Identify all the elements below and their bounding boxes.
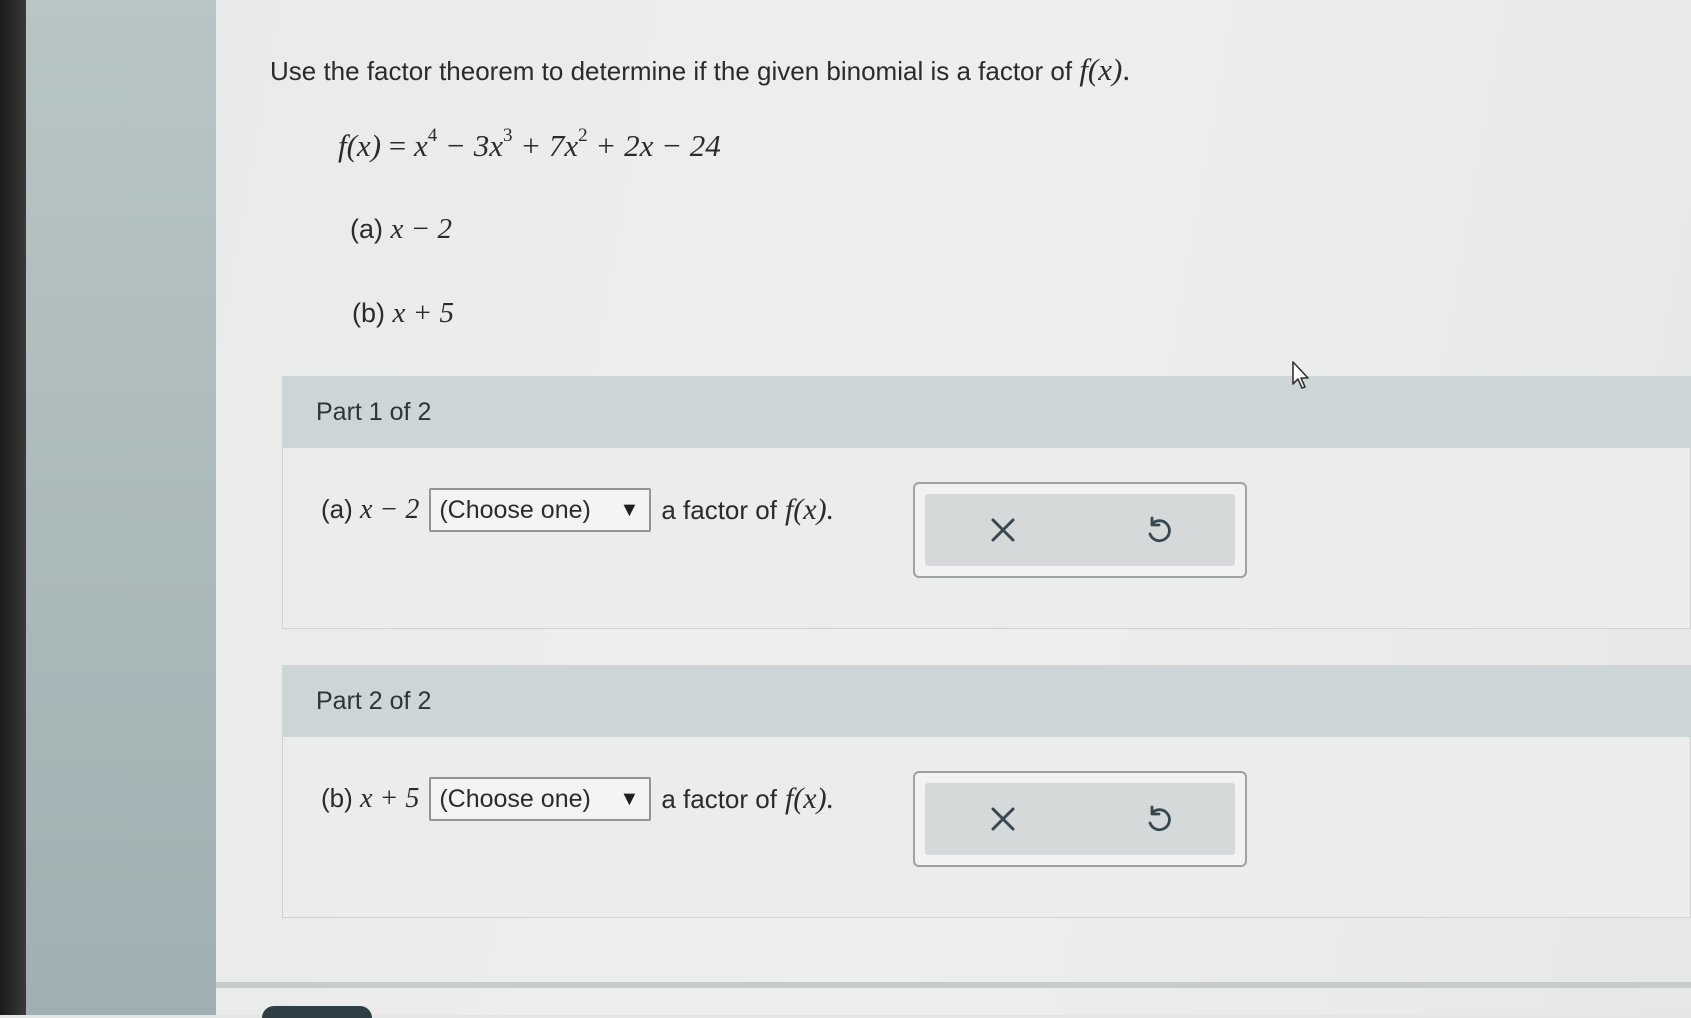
part-2-choose-select[interactable]: (Choose one) ▼ bbox=[429, 777, 652, 821]
part-2-action-box bbox=[913, 771, 1247, 867]
question-prompt: Use the factor theorem to determine if t… bbox=[270, 52, 1131, 87]
part-2-undo-button[interactable] bbox=[1128, 789, 1188, 849]
part-1-label: (a) x − 2 bbox=[321, 494, 419, 526]
close-icon bbox=[991, 807, 1014, 831]
screen-bezel bbox=[0, 0, 26, 1015]
part-2-answer-line: (b) x + 5 (Choose one) ▼ a factor of f(x… bbox=[321, 777, 834, 821]
formula-term: − 3x bbox=[445, 128, 503, 163]
mouse-pointer-icon bbox=[1292, 361, 1309, 389]
formula-lhs: f(x) bbox=[338, 128, 382, 163]
item-b-label: (b) bbox=[352, 298, 385, 328]
dropdown-triangle-icon: ▼ bbox=[619, 498, 640, 521]
undo-icon bbox=[1148, 516, 1171, 543]
bottom-divider bbox=[216, 982, 1691, 988]
part-1-suffix: a factor of bbox=[661, 494, 777, 525]
part-2-panel: Part 2 of 2 (b) x + 5 (Choose one) ▼ a f… bbox=[282, 665, 1691, 918]
formula-exponent: 2 bbox=[578, 124, 588, 146]
part-1-body: (a) x − 2 (Choose one) ▼ a factor of f(x… bbox=[282, 448, 1691, 629]
part-2-header: Part 2 of 2 bbox=[282, 665, 1691, 737]
formula-term: + 2x − 24 bbox=[595, 128, 721, 163]
part-1-choose-select[interactable]: (Choose one) ▼ bbox=[429, 488, 652, 532]
undo-icon bbox=[1148, 805, 1171, 832]
part-1-letter: (a) bbox=[321, 494, 353, 524]
part-1-action-bar bbox=[925, 494, 1235, 566]
part-1-expr: x − 2 bbox=[360, 494, 420, 525]
part-2-letter: (b) bbox=[321, 783, 353, 813]
item-a-label: (a) bbox=[350, 214, 383, 244]
part-2-body: (b) x + 5 (Choose one) ▼ a factor of f(x… bbox=[282, 737, 1691, 918]
bottom-button-edge[interactable] bbox=[262, 1006, 372, 1018]
close-icon bbox=[991, 518, 1014, 542]
part-1-action-box bbox=[913, 482, 1247, 578]
item-b: (b) x + 5 bbox=[352, 297, 454, 330]
formula-exponent: 4 bbox=[427, 124, 438, 146]
part-1-answer-line: (a) x − 2 (Choose one) ▼ a factor of f(x… bbox=[321, 488, 834, 532]
part-2-expr: x + 5 bbox=[360, 783, 420, 814]
formula-term: x bbox=[414, 128, 428, 163]
formula-exponent: 3 bbox=[502, 124, 513, 146]
part-2-label: (b) x + 5 bbox=[321, 783, 419, 815]
part-1-header: Part 1 of 2 bbox=[282, 376, 1691, 448]
dropdown-triangle-icon: ▼ bbox=[619, 787, 640, 810]
item-b-expr: x + 5 bbox=[392, 297, 454, 329]
part-1-clear-button[interactable] bbox=[973, 500, 1033, 560]
part-1-panel: Part 1 of 2 (a) x − 2 (Choose one) ▼ a f… bbox=[282, 376, 1691, 629]
item-a-expr: x − 2 bbox=[390, 213, 452, 245]
part-1-select-value: (Choose one) bbox=[439, 495, 591, 524]
part-2-fx: f(x). bbox=[784, 782, 835, 815]
formula-term: + 7x bbox=[520, 128, 579, 163]
part-2-action-bar bbox=[925, 783, 1235, 855]
part-1-fx: f(x). bbox=[784, 493, 835, 526]
part-1-undo-button[interactable] bbox=[1128, 500, 1188, 560]
question-fx: f(x) bbox=[1079, 52, 1123, 87]
part-2-select-value: (Choose one) bbox=[439, 784, 591, 813]
function-formula: f(x) = x4 − 3x3 + 7x2 + 2x − 24 bbox=[338, 124, 721, 163]
part-2-clear-button[interactable] bbox=[973, 789, 1033, 849]
left-gutter bbox=[26, 0, 216, 1015]
item-a: (a) x − 2 bbox=[350, 213, 452, 246]
question-text: Use the factor theorem to determine if t… bbox=[270, 56, 1073, 86]
part-2-suffix: a factor of bbox=[661, 783, 777, 814]
